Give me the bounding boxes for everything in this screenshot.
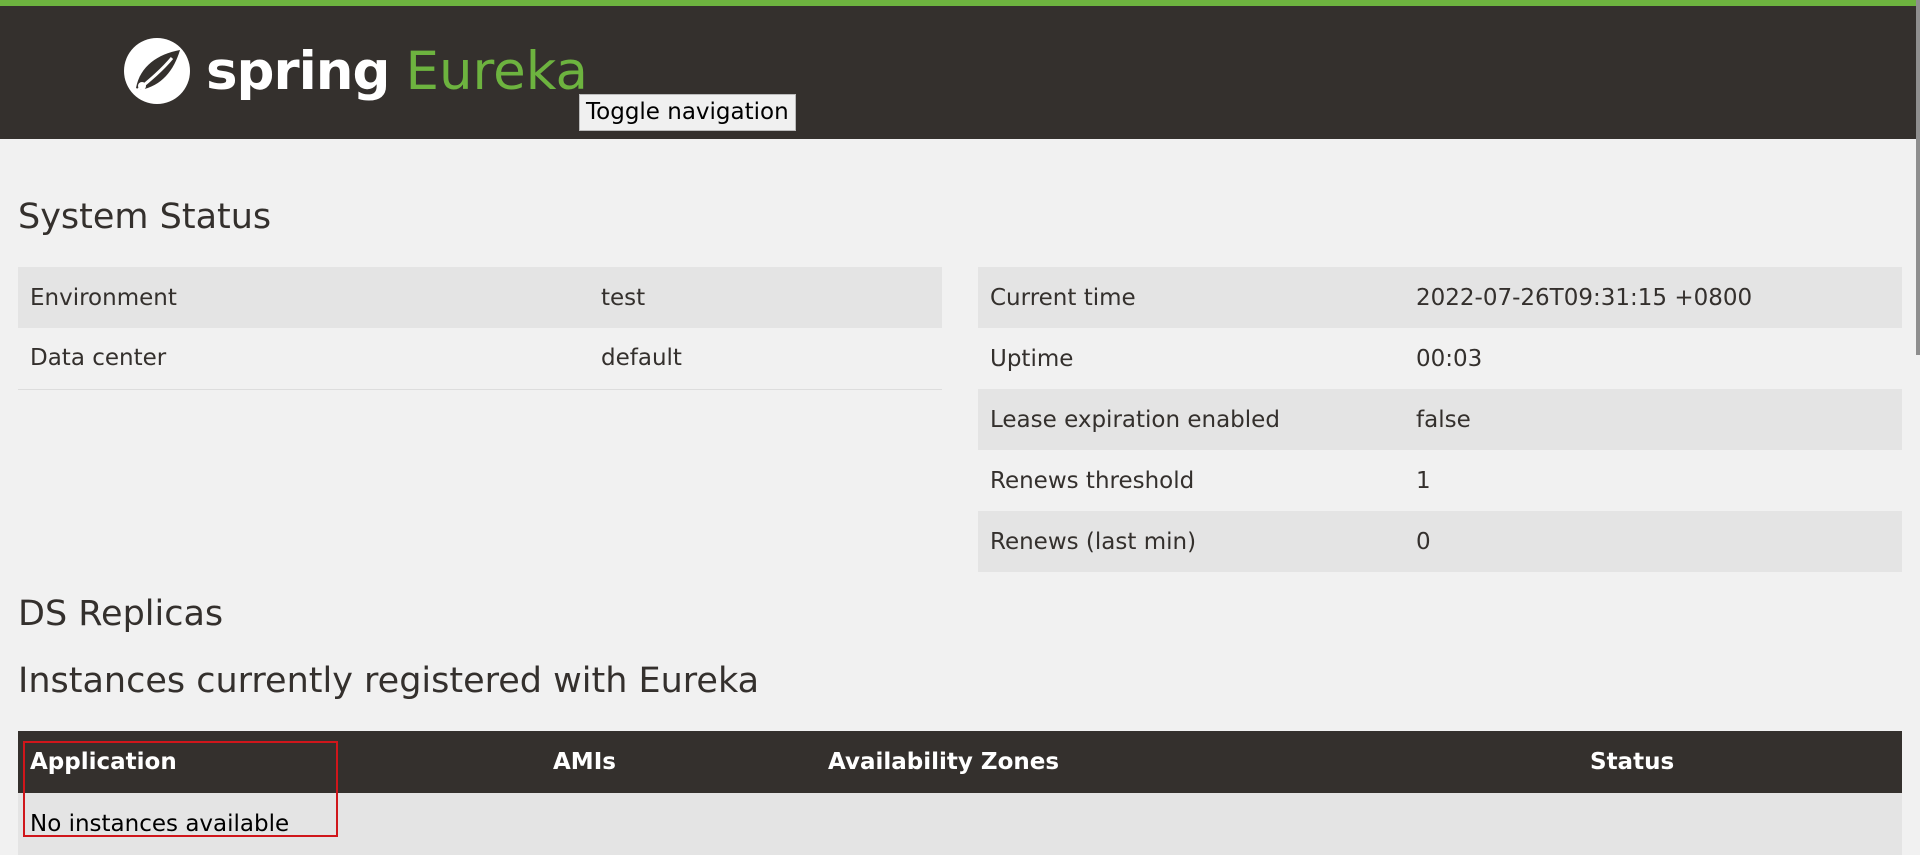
table-row: Renews threshold 1	[978, 450, 1902, 511]
status-key: Uptime	[990, 345, 1074, 372]
logo-text-eureka: Eureka	[405, 40, 589, 102]
instances-heading: Instances currently registered with Eure…	[18, 661, 760, 701]
status-value: 0	[1416, 528, 1431, 555]
status-value: 2022-07-26T09:31:15 +0800	[1416, 284, 1753, 311]
spring-leaf-icon	[124, 38, 190, 104]
system-status-right-table: Current time 2022-07-26T09:31:15 +0800 U…	[978, 267, 1902, 572]
toggle-navigation-button[interactable]: Toggle navigation	[579, 94, 796, 131]
empty-instances-message: No instances available	[18, 793, 1902, 855]
status-key: Lease expiration enabled	[990, 406, 1280, 433]
table-row: Data center default	[18, 328, 942, 389]
ds-replicas-heading: DS Replicas	[18, 594, 224, 634]
column-header-amis: AMIs	[541, 731, 816, 793]
table-row: No instances available	[18, 793, 1902, 855]
logo-text-spring: spring	[206, 40, 390, 102]
status-value: 1	[1416, 467, 1431, 494]
column-header-status: Status	[1578, 731, 1902, 793]
status-key: Renews threshold	[990, 467, 1195, 494]
status-value: 00:03	[1416, 345, 1483, 372]
top-navbar: spring Eureka Toggle navigation	[0, 0, 1920, 139]
column-header-availability-zones: Availability Zones	[816, 731, 1578, 793]
table-row: Renews (last min) 0	[978, 511, 1902, 572]
status-key: Current time	[990, 284, 1136, 311]
status-key: Environment	[30, 284, 177, 311]
status-value: default	[601, 345, 682, 372]
table-row: Lease expiration enabled false	[978, 389, 1902, 450]
scrollbar-thumb[interactable]	[1916, 0, 1920, 355]
table-header-row: Application AMIs Availability Zones Stat…	[18, 731, 1902, 793]
status-value: test	[601, 284, 646, 311]
table-row: Environment test	[18, 267, 942, 328]
table-row: Uptime 00:03	[978, 328, 1902, 389]
column-header-application: Application	[18, 731, 541, 793]
status-key: Data center	[30, 345, 167, 372]
table-row: Current time 2022-07-26T09:31:15 +0800	[978, 267, 1902, 328]
system-status-left-table: Environment test Data center default	[18, 267, 942, 390]
instances-table: Application AMIs Availability Zones Stat…	[18, 731, 1902, 855]
status-value: false	[1416, 406, 1471, 433]
system-status-heading: System Status	[18, 197, 272, 237]
status-key: Renews (last min)	[990, 528, 1197, 555]
spring-eureka-logo[interactable]: spring Eureka	[122, 36, 588, 106]
